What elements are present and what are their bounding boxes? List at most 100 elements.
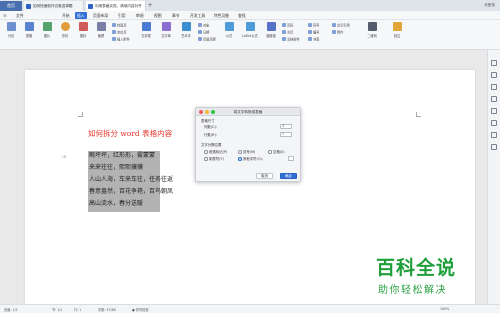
menu-view[interactable]: 视图	[152, 12, 164, 19]
symbol-button[interactable]: 符号	[308, 23, 319, 29]
paragraph-handle-icon[interactable]: ⋮⊞	[59, 154, 66, 159]
new-tab-button[interactable]: +	[146, 1, 154, 11]
margin-corner-mark	[78, 112, 83, 117]
login-button[interactable]: 未登录	[481, 1, 498, 10]
page-break-button[interactable]: 分页	[4, 22, 18, 38]
menu-file[interactable]: 文件	[14, 12, 26, 19]
formula-icon	[224, 22, 234, 31]
comment-button[interactable]: 批注	[390, 22, 404, 38]
numbering-button[interactable]: 编号	[308, 30, 319, 36]
other-character-label: 其他字符(O):	[243, 157, 264, 161]
document-heading[interactable]: 如何拆分 word 表格内容	[88, 128, 172, 139]
page-break-label: 分页	[7, 34, 15, 38]
radio-paragraph-mark[interactable]	[204, 150, 208, 154]
menu-developer[interactable]: 开发工具	[188, 12, 207, 19]
latex-formula-button[interactable]: LaTeX公式	[240, 22, 260, 38]
cross-reference-label: 交叉引用	[337, 23, 350, 28]
lock-icon[interactable]	[491, 108, 497, 114]
menu-home[interactable]: 开始	[60, 12, 72, 19]
word-art-button[interactable]: 艺术字	[178, 22, 194, 38]
dialog-title-bar[interactable]: 将文字转换成表格	[196, 108, 300, 116]
radio-other-character[interactable]	[238, 157, 242, 161]
bookmark-button[interactable]: 书签	[308, 37, 319, 43]
radio-tab[interactable]	[204, 157, 208, 161]
shape-panel-icon[interactable]	[491, 96, 497, 102]
date-button[interactable]: 日期	[198, 30, 209, 36]
wps-doc-icon	[88, 4, 93, 9]
settings-icon[interactable]	[491, 120, 497, 126]
qrcode-label: 二维码	[367, 34, 377, 38]
text-library-button[interactable]: 文字库	[158, 22, 174, 38]
formula-label: 公式	[225, 34, 233, 38]
insert-attachment-label: 插入附件	[117, 37, 130, 42]
other-character-input[interactable]	[288, 156, 294, 161]
document-line-2[interactable]: 来来往往，熙熙攘攘	[89, 164, 143, 172]
picture-icon	[42, 22, 52, 31]
attachment-button[interactable]: 附件	[332, 30, 343, 36]
select-icon[interactable]	[491, 60, 497, 66]
edit-icon[interactable]	[491, 84, 497, 90]
comment-icon	[392, 22, 402, 31]
columns-spinner[interactable]: 1	[280, 124, 292, 129]
right-side-panel	[487, 50, 500, 304]
object-button[interactable]: 对象	[198, 23, 209, 29]
document-line-5[interactable]: 高山流水，春分送暖	[89, 200, 143, 208]
menu-features[interactable]: 特色功能	[212, 12, 231, 19]
section-indicator: 节: 1/1	[52, 308, 63, 312]
page-number-button[interactable]: 页码	[282, 23, 293, 29]
tab-document-1[interactable]: 如何快速制作试卷选择题	[24, 1, 84, 11]
tab-home[interactable]: 首页	[0, 1, 22, 11]
tab-document-2[interactable]: 利用表格实现，请填内容对齐	[86, 1, 146, 11]
text-box-button[interactable]: 文本框	[138, 22, 154, 38]
insert-attachment-button[interactable]: 插入附件	[112, 37, 130, 43]
menu-section[interactable]: 章节	[170, 12, 182, 19]
ok-button[interactable]: 确定	[280, 173, 297, 179]
help-icon[interactable]	[491, 144, 497, 150]
word-count[interactable]: 字数: 57/86	[98, 307, 116, 312]
cross-reference-button[interactable]: 交叉引用	[332, 23, 350, 29]
rows-spinner[interactable]: 5	[280, 132, 292, 137]
document-line-1[interactable]: 畹坪坪，红形形，雾蒙蒙	[89, 152, 155, 160]
cancel-button[interactable]: 取消	[256, 173, 273, 179]
share-icon[interactable]	[491, 132, 497, 138]
menu-layout[interactable]: 页面布局	[91, 12, 110, 19]
rows-value: 5	[282, 132, 285, 136]
zoom-level[interactable]: 100%	[440, 307, 449, 311]
icon-button[interactable]: 图标	[76, 22, 90, 38]
screenshot-button[interactable]: 截屏	[94, 22, 108, 38]
wps-doc-icon	[26, 4, 31, 9]
shape-icon	[60, 22, 70, 31]
status-bar: 页面: 1/1 节: 1/1 行: 1 字数: 57/86 ● 拼写检查 100…	[0, 304, 500, 313]
tab-label: 制表符(T)	[209, 157, 224, 161]
text-box-label: 文本框	[141, 34, 151, 38]
menu-review[interactable]: 审阅	[134, 12, 146, 19]
formula-button[interactable]: 公式	[222, 22, 236, 38]
blank-page-button[interactable]: 空白页	[112, 30, 127, 36]
picture-button[interactable]: 图片	[40, 22, 54, 38]
cover-page-button[interactable]: 封面页	[112, 23, 127, 29]
menu-icon[interactable]: ☰	[3, 13, 7, 18]
row-indicator: 行: 1	[74, 308, 82, 312]
comma-label: 逗号(M)	[243, 150, 256, 154]
hyperlink-button[interactable]: 超链接	[264, 22, 278, 38]
rows-label: 行数(R):	[204, 133, 217, 137]
shape-button[interactable]: 形状	[58, 22, 72, 38]
header-footer-button[interactable]: 页眉页脚	[198, 37, 216, 43]
spell-check[interactable]: ● 拼写检查	[132, 307, 149, 312]
qrcode-button[interactable]: 二维码	[364, 22, 380, 38]
text-library-label: 文字库	[161, 34, 171, 38]
watermark-button[interactable]: 水印	[282, 30, 293, 36]
menu-references[interactable]: 引用	[116, 12, 128, 19]
table-button[interactable]: 表格	[22, 22, 36, 38]
document-line-4[interactable]: 春意盎然，百花争艳，百鸟朝凤	[89, 188, 173, 196]
radio-space[interactable]	[268, 150, 272, 154]
menu-search[interactable]: 查找	[236, 12, 248, 19]
title-bar: 首页 如何快速制作试卷选择题 利用表格实现，请填内容对齐 + 未登录	[0, 0, 500, 11]
page-indicator[interactable]: 页面: 1/1	[4, 307, 18, 312]
style-icon[interactable]	[491, 72, 497, 78]
doc-parts-button[interactable]: 文档部件	[282, 37, 300, 43]
space-label: 空格(S)	[273, 150, 285, 154]
document-line-3[interactable]: 人山人海，车来车往，任务往返	[89, 176, 173, 184]
radio-comma[interactable]	[238, 150, 242, 154]
menu-insert[interactable]: 插入	[75, 12, 87, 19]
